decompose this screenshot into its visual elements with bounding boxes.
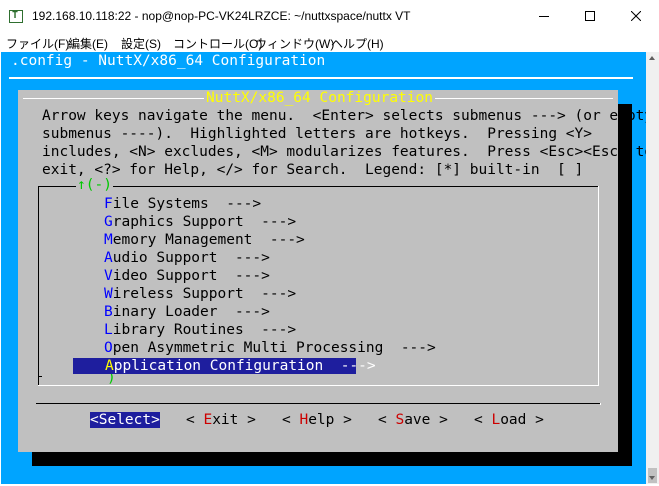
- help-text-line: exit, <?> for Help, </> for Search. Lege…: [42, 162, 584, 178]
- maximize-button[interactable]: [567, 0, 613, 32]
- close-button[interactable]: [613, 0, 659, 32]
- dialog-title: NuttX/x86_64 Configuration: [204, 90, 435, 106]
- title-bar: T 192.168.10.118:22 - nop@nop-PC-VK24LRZ…: [0, 0, 659, 32]
- menu-bar: ファイル(F) 編集(E) 設定(S) コントロール(O) ウィンドウ(W) ヘ…: [0, 32, 659, 52]
- exit-button[interactable]: < Exit >: [186, 412, 256, 428]
- button-separator: [36, 403, 600, 404]
- menu-list: ↑(-) ) File Systems ---> Graphics Suppor…: [38, 177, 599, 386]
- header-rule: [9, 77, 633, 79]
- menu-window[interactable]: ウィンドウ(W): [255, 35, 334, 52]
- menu-edit[interactable]: 編集(E): [68, 35, 108, 52]
- help-text-line: submenus ----). Highlighted letters are …: [42, 126, 592, 142]
- load-button[interactable]: < Load >: [474, 412, 544, 428]
- help-button[interactable]: < Help >: [282, 412, 352, 428]
- terminal-screen[interactable]: .config - NuttX/x86_64 Configuration Nut…: [1, 52, 646, 484]
- menu-item-video-support[interactable]: Video Support --->: [104, 268, 270, 284]
- help-text-line: Arrow keys navigate the menu. <Enter> se…: [42, 108, 646, 124]
- menu-item-file-systems[interactable]: File Systems --->: [104, 196, 261, 212]
- help-text-line: includes, <N> excludes, <M> modularizes …: [42, 144, 646, 160]
- select-button[interactable]: <Select>: [90, 412, 160, 428]
- scroll-up-arrow-icon[interactable]: [649, 56, 655, 60]
- minimize-icon: [539, 16, 549, 17]
- save-button[interactable]: < Save >: [378, 412, 448, 428]
- menuconfig-dialog: NuttX/x86_64 Configuration Arrow keys na…: [18, 90, 646, 452]
- menu-settings[interactable]: 設定(S): [121, 35, 161, 52]
- scroll-down-arrow-icon[interactable]: [649, 476, 655, 480]
- maximize-icon: [585, 11, 595, 21]
- window-title: 192.168.10.118:22 - nop@nop-PC-VK24LRZCE…: [32, 9, 411, 23]
- minimize-button[interactable]: [521, 0, 567, 32]
- terminal-scrollbar[interactable]: [646, 52, 659, 484]
- scroll-up-indicator: ↑(-): [76, 177, 113, 193]
- menu-item-memory-management[interactable]: Memory Management --->: [104, 232, 305, 248]
- menu-help[interactable]: ヘルプ(H): [331, 35, 384, 52]
- menu-item-library-routines[interactable]: Library Routines --->: [104, 322, 296, 338]
- menu-file[interactable]: ファイル(F): [6, 35, 69, 52]
- config-header: .config - NuttX/x86_64 Configuration: [11, 53, 326, 69]
- menu-item-application-configuration[interactable]: Application Configuration --->: [73, 358, 376, 374]
- menu-item-graphics-support[interactable]: Graphics Support --->: [104, 214, 296, 230]
- menu-control[interactable]: コントロール(O): [173, 35, 262, 52]
- close-icon: [631, 11, 641, 21]
- menu-item-wireless-support[interactable]: Wireless Support --->: [104, 286, 296, 302]
- menu-item-binary-loader[interactable]: Binary Loader --->: [104, 304, 270, 320]
- menu-item-open-amp[interactable]: Open Asymmetric Multi Processing --->: [104, 340, 436, 356]
- menu-item-audio-support[interactable]: Audio Support --->: [104, 250, 270, 266]
- terminal-app-icon[interactable]: T: [9, 10, 23, 23]
